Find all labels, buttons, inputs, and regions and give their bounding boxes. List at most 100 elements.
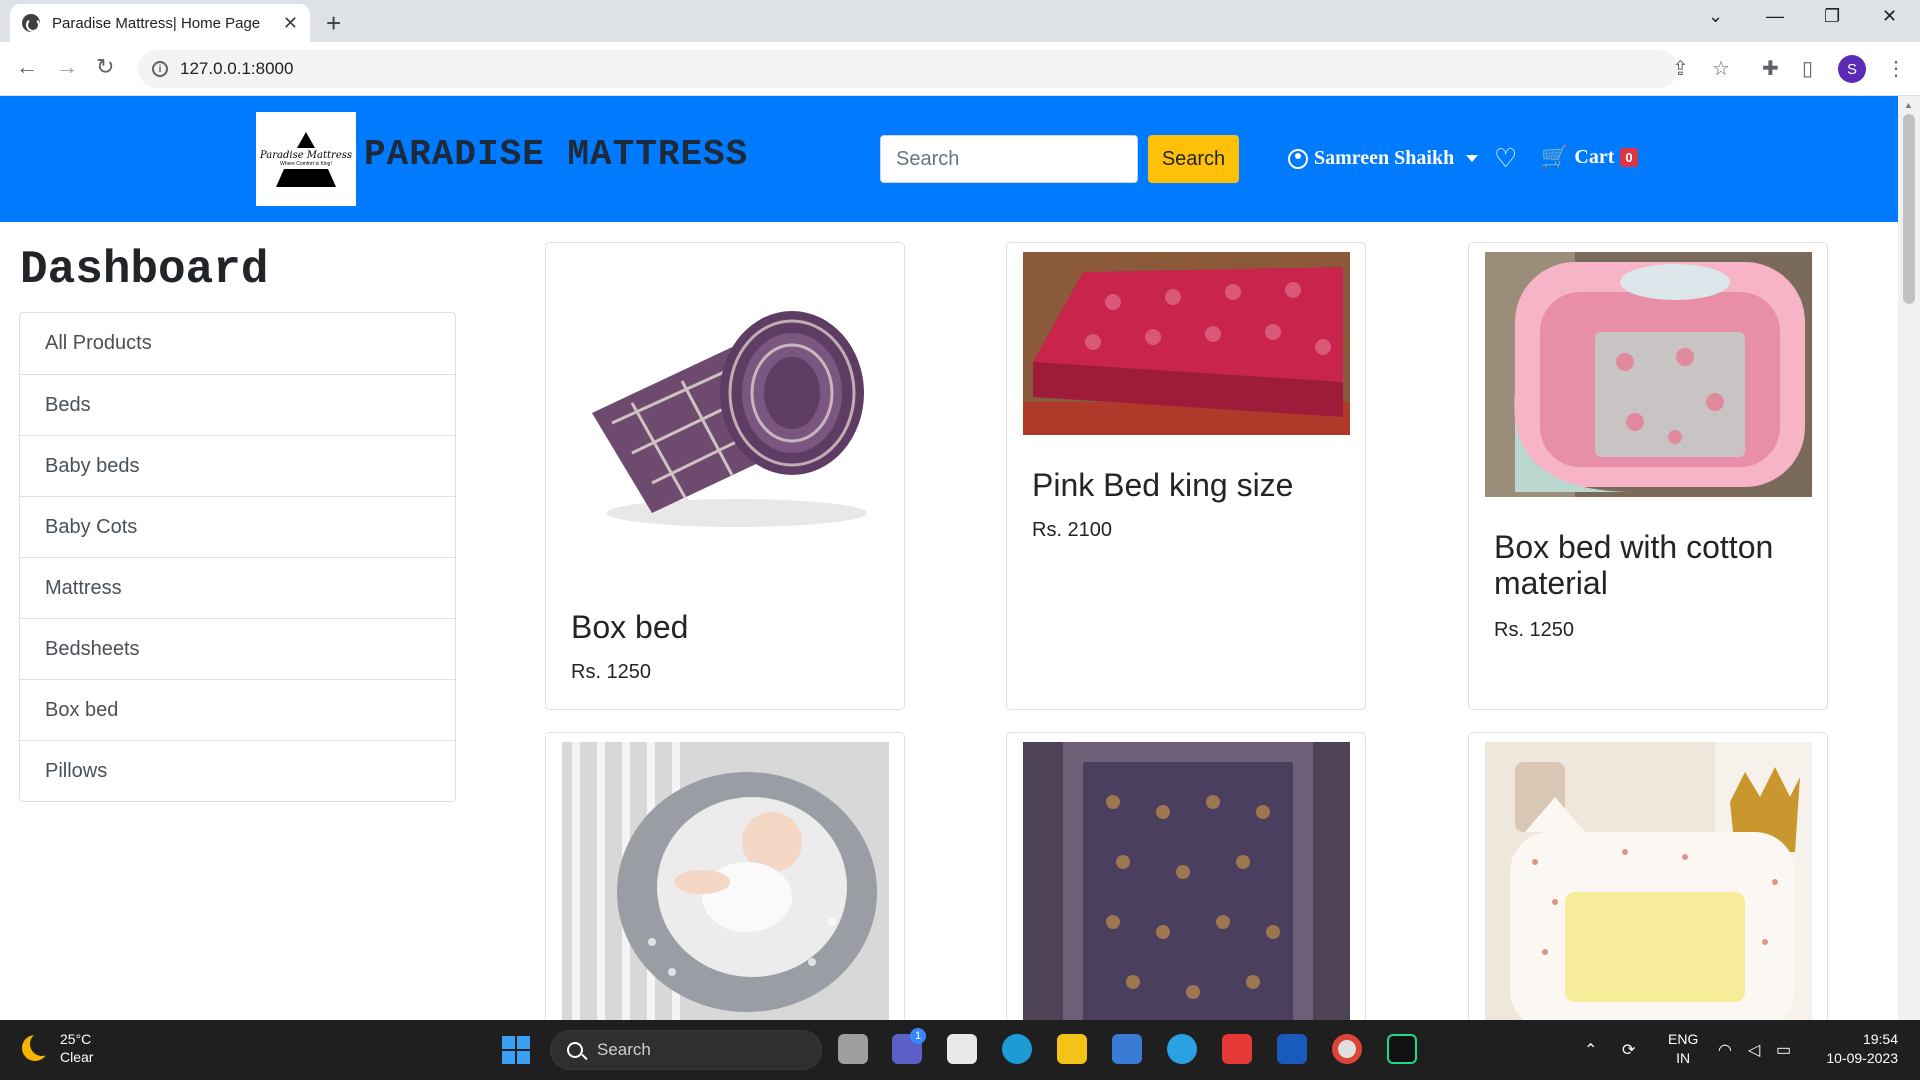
windows-start-icon[interactable] [502,1036,530,1064]
taskbar-search-label: Search [597,1040,651,1059]
logo-name: Paradise Mattress [259,149,352,161]
search-icon [567,1042,583,1058]
category-item-bedsheets[interactable]: Bedsheets [20,618,455,679]
word-icon[interactable] [1277,1034,1307,1064]
chrome-icon[interactable] [1332,1034,1362,1064]
user-dropdown[interactable]: Samreen Shaikh [1288,147,1479,170]
edge-icon[interactable] [1002,1034,1032,1064]
store-icon[interactable] [947,1034,977,1064]
weather-condition: Clear [60,1049,94,1065]
cart-count-badge: 0 [1620,147,1638,167]
anydesk-icon[interactable] [1222,1034,1252,1064]
clock[interactable]: 19:54 10-09-2023 [1818,1030,1898,1068]
product-card[interactable] [1006,732,1366,1020]
category-item-mattress[interactable]: Mattress [20,557,455,618]
volume-icon[interactable]: ◁ [1748,1040,1760,1060]
product-price: Rs. 2100 [1032,519,1113,541]
tab-search-icon[interactable]: ⌄ [1708,6,1723,27]
category-item-pillows[interactable]: Pillows [20,740,455,801]
browser-tab[interactable]: Paradise Mattress| Home Page ✕ [10,4,310,42]
side-panel-icon[interactable]: ▯ [1802,56,1813,81]
product-card[interactable] [545,732,905,1020]
teams-badge: 1 [910,1028,926,1044]
maximize-button[interactable]: ❐ [1824,6,1840,27]
clock-time: 19:54 [1862,1031,1898,1047]
logo-base [276,168,336,187]
share-icon[interactable]: ⇪ [1672,56,1689,81]
product-price: Rs. 1250 [1494,619,1575,641]
wifi-icon[interactable]: ◠ [1718,1040,1732,1060]
product-image-brown-mattress[interactable] [1023,742,1350,1020]
product-card[interactable]: Pink Bed king size Rs. 2100 [1006,242,1366,710]
bookmark-star-icon[interactable]: ☆ [1712,56,1730,81]
site-logo[interactable]: Paradise Mattress Where Comfort is King! [256,112,356,206]
category-item-all-products[interactable]: All Products [20,313,455,374]
new-tab-button[interactable]: + [326,8,341,39]
globe-icon [22,14,40,32]
pycharm-icon[interactable] [1387,1034,1417,1064]
scroll-up-arrow-icon[interactable]: ▲ [1904,100,1913,110]
extensions-puzzle-icon[interactable]: ✚ [1762,56,1779,81]
search-input[interactable] [880,135,1138,183]
profile-avatar[interactable]: S [1838,55,1866,83]
task-view-icon[interactable] [838,1034,868,1064]
search-button[interactable]: Search [1148,135,1239,183]
shopping-cart-icon: 🛒 [1541,144,1569,169]
close-tab-icon[interactable]: ✕ [283,13,298,34]
clock-date: 10-09-2023 [1826,1050,1898,1066]
product-title[interactable]: Pink Bed king size [1032,467,1293,503]
page-scrollbar[interactable]: ▲ [1898,96,1920,1020]
product-image-crown-baby-nest[interactable] [1485,742,1812,1020]
user-circle-icon [1288,148,1308,169]
cart-link[interactable]: 🛒 Cart 0 [1541,144,1638,170]
file-explorer-icon[interactable] [1057,1034,1087,1064]
brand-name[interactable]: PARADISE MATTRESS [364,134,748,175]
product-title[interactable]: Box bed with cotton material [1494,529,1814,601]
mysql-icon[interactable] [1112,1034,1142,1064]
dashboard-title: Dashboard [20,244,269,296]
reload-icon[interactable]: ↻ [96,54,114,80]
site-info-icon[interactable]: i [152,61,168,77]
minimize-button[interactable]: — [1766,6,1784,27]
product-image-rolled-mattress[interactable] [562,263,889,553]
product-card[interactable] [1468,732,1828,1020]
logo-triangle [297,131,315,148]
product-image-grey-baby-nest[interactable] [562,742,889,1020]
taskbar-search[interactable]: Search [550,1030,822,1070]
product-price: Rs. 1250 [571,661,652,683]
region-code: IN [1676,1050,1691,1066]
category-item-baby-beds[interactable]: Baby beds [20,435,455,496]
language-code: ENG [1668,1031,1699,1047]
forward-arrow-icon[interactable]: → [56,54,78,80]
sync-icon[interactable]: ⟳ [1622,1040,1635,1060]
category-list: All Products Beds Baby beds Baby Cots Ma… [19,312,456,802]
close-window-button[interactable]: ✕ [1882,6,1897,27]
caret-down-icon [1466,155,1479,162]
site-navbar: Paradise Mattress Where Comfort is King!… [0,96,1898,222]
tab-strip: Paradise Mattress| Home Page ✕ + ⌄ — ❐ ✕ [0,0,1920,42]
menu-kebab-icon[interactable]: ⋮ [1886,56,1906,81]
product-card[interactable]: Box bed with cotton material Rs. 1250 [1468,242,1828,710]
weather-temperature: 25°C [60,1031,92,1047]
battery-icon[interactable]: ▭ [1776,1040,1791,1060]
category-item-box-bed[interactable]: Box bed [20,679,455,740]
weather-widget[interactable]: 25°C Clear [22,1030,93,1066]
product-card[interactable]: Box bed Rs. 1250 [545,242,905,710]
address-bar[interactable]: i 127.0.0.1:8000 [138,50,1678,88]
url-text: 127.0.0.1:8000 [180,59,294,78]
product-image-pink-mattress[interactable] [1023,252,1350,435]
product-image-pink-baby-nest[interactable] [1485,252,1812,497]
help-icon[interactable] [1167,1034,1197,1064]
back-arrow-icon[interactable]: ← [16,54,38,80]
browser-toolbar: ← → ↻ i 127.0.0.1:8000 ⇪ ☆ ✚ ▯ S ⋮ [0,42,1920,96]
category-item-baby-cots[interactable]: Baby Cots [20,496,455,557]
product-title[interactable]: Box bed [571,609,688,645]
chevron-up-icon[interactable]: ⌃ [1584,1040,1597,1060]
category-item-beds[interactable]: Beds [20,374,455,435]
user-name: Samreen Shaikh [1314,147,1455,169]
language-indicator[interactable]: ENG IN [1668,1030,1698,1068]
scrollbar-thumb[interactable] [1903,114,1915,304]
logo-tagline: Where Comfort is King! [280,160,332,167]
wishlist-heart-icon[interactable]: ♡ [1494,143,1517,174]
page-viewport: Paradise Mattress Where Comfort is King!… [0,96,1898,1020]
